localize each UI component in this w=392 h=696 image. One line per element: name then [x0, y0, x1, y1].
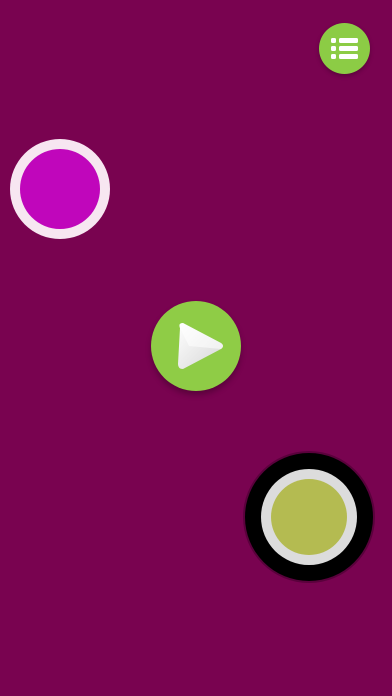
play-button[interactable] [151, 301, 241, 391]
play-icon [178, 323, 223, 369]
olive-target-core [271, 479, 347, 555]
game-field [0, 0, 392, 696]
list-icon [331, 38, 358, 59]
magenta-ball[interactable] [10, 139, 110, 239]
olive-target-ring [261, 469, 357, 565]
menu-button[interactable] [319, 23, 370, 74]
magenta-ball-core [20, 149, 100, 229]
olive-target[interactable] [245, 453, 373, 581]
